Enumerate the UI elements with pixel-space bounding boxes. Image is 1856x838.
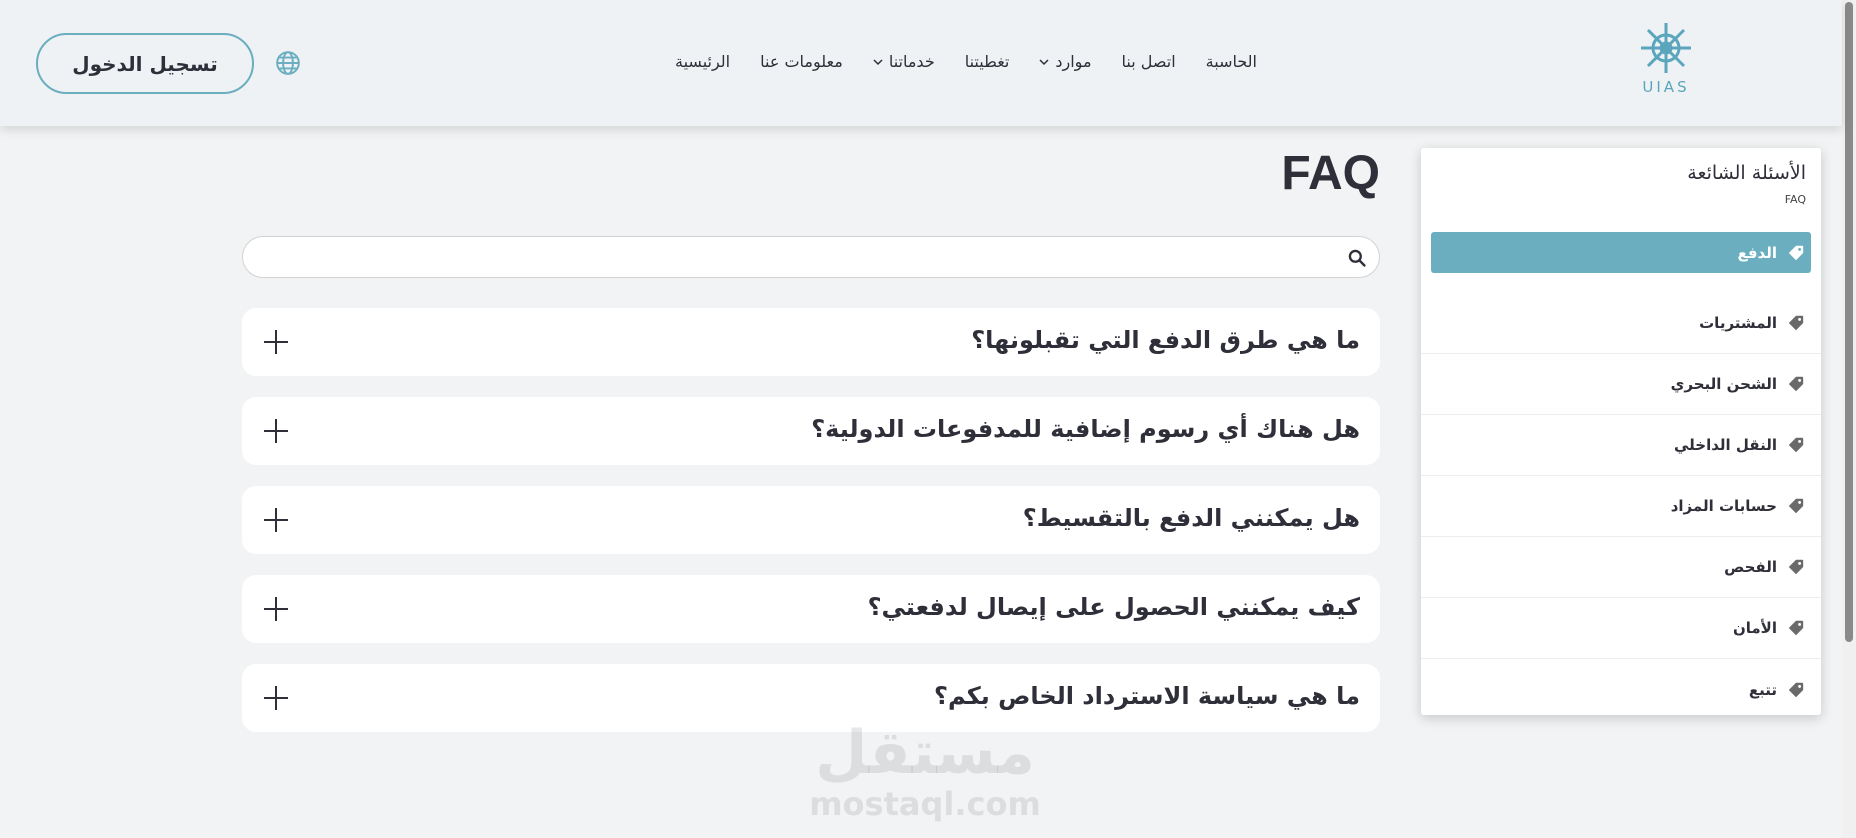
tag-icon (1788, 682, 1804, 697)
faq-question: هل هناك أي رسوم إضافية للمدفوعات الدولية… (811, 415, 1360, 443)
faq-question: ما هي سياسة الاسترداد الخاص بكم؟ (934, 682, 1360, 710)
tag-icon (1788, 376, 1804, 392)
sidebar-subtitle: FAQ (1784, 193, 1806, 206)
nav-item-label: تغطيتنا (964, 52, 1010, 71)
sidebar-category-list: الدفع المشتريات الشحن البحري النقل الداخلي ح… (1421, 232, 1821, 720)
sidebar-item-2[interactable]: الشحن البحري (1421, 354, 1821, 415)
faq-list: ما هي طرق الدفع التي تقبلونها؟ هل هناك أي… (242, 308, 1380, 753)
sidebar-item-label: الشحن البحري (1670, 375, 1777, 393)
plus-icon[interactable] (262, 506, 290, 534)
watermark: مستقل mostaql.com (760, 720, 1090, 822)
page-title: FAQ (1281, 147, 1380, 200)
faq-search-input[interactable] (242, 236, 1380, 278)
faq-item[interactable]: هل هناك أي رسوم إضافية للمدفوعات الدولية… (242, 397, 1380, 465)
faq-question: كيف يمكنني الحصول على إيصال لدفعتي؟ (867, 593, 1360, 621)
sidebar-item-4[interactable]: حسابات المزاد (1421, 476, 1821, 537)
sidebar-item-7[interactable]: تتبع (1421, 659, 1821, 720)
sidebar-item-1[interactable]: المشتريات (1421, 293, 1821, 354)
nav-item-label: خدماتنا (888, 52, 935, 71)
plus-icon[interactable] (262, 684, 290, 712)
nav-item-label: الرئيسية (675, 52, 731, 71)
logo-text: UIAS (1642, 78, 1690, 96)
sidebar-item-label: الأمان (1732, 619, 1777, 637)
faq-question: ما هي طرق الدفع التي تقبلونها؟ (971, 326, 1360, 354)
nav-item-2[interactable]: خدماتنا (873, 52, 935, 71)
sidebar-item-label: تتبع (1748, 680, 1777, 699)
tag-icon (1788, 245, 1804, 260)
faq-question: هل يمكنني الدفع بالتقسيط؟ (1022, 504, 1360, 532)
sidebar-item-label: النقل الداخلي (1674, 436, 1777, 454)
watermark-arabic: مستقل (815, 718, 1035, 788)
tag-icon (1788, 315, 1804, 331)
sidebar-item-0[interactable]: الدفع (1431, 232, 1811, 273)
site-header: تسجيل الدخول الرئيسية معلومات عنا خدماتنا ت… (0, 0, 1842, 126)
nav-item-0[interactable]: الرئيسية (675, 52, 730, 71)
sidebar-item-label: الفحص (1724, 558, 1777, 576)
faq-category-sidebar: الأسئلة الشائعة FAQ الدفع المشتريات الشحن … (1421, 148, 1821, 715)
nav-item-4[interactable]: موارد (1039, 52, 1092, 71)
page-scrollbar[interactable] (1842, 0, 1856, 838)
tag-icon (1788, 437, 1804, 453)
nav-item-label: معلومات عنا (760, 52, 843, 71)
search-icon (1348, 249, 1366, 267)
tag-icon (1788, 498, 1804, 514)
sidebar-item-label: حسابات المزاد (1670, 497, 1777, 515)
chevron-down-icon (873, 58, 883, 65)
faq-item[interactable]: هل يمكنني الدفع بالتقسيط؟ (242, 486, 1380, 554)
nav-item-label: الحاسبة (1205, 52, 1257, 71)
sidebar-item-label: المشتريات (1699, 314, 1777, 332)
nav-item-label: اتصل بنا (1121, 52, 1176, 71)
plus-icon[interactable] (262, 595, 290, 623)
faq-item[interactable]: كيف يمكنني الحصول على إيصال لدفعتي؟ (242, 575, 1380, 643)
nav-item-5[interactable]: اتصل بنا (1122, 52, 1176, 71)
sidebar-item-5[interactable]: الفحص (1421, 537, 1821, 598)
login-button[interactable]: تسجيل الدخول (36, 33, 254, 94)
nav-item-6[interactable]: الحاسبة (1206, 52, 1257, 71)
main-nav: الرئيسية معلومات عنا خدماتنا تغطيتنا موارد ات… (675, 52, 1257, 71)
plus-icon[interactable] (262, 417, 290, 445)
nav-item-3[interactable]: تغطيتنا (965, 52, 1010, 71)
scrollbar-thumb[interactable] (1845, 2, 1853, 642)
nav-item-1[interactable]: معلومات عنا (760, 52, 843, 71)
sidebar-title: الأسئلة الشائعة (1687, 162, 1806, 184)
tag-icon (1788, 620, 1804, 636)
tag-icon (1788, 559, 1804, 575)
faq-item[interactable]: ما هي طرق الدفع التي تقبلونها؟ (242, 308, 1380, 376)
plus-icon[interactable] (262, 328, 290, 356)
globe-icon[interactable] (275, 50, 301, 76)
sidebar-item-3[interactable]: النقل الداخلي (1421, 415, 1821, 476)
watermark-latin: mostaql.com (809, 785, 1041, 823)
nav-item-label: موارد (1055, 52, 1092, 71)
chevron-down-icon (1039, 58, 1049, 65)
sidebar-item-6[interactable]: الأمان (1421, 598, 1821, 659)
sidebar-item-label: الدفع (1737, 243, 1777, 262)
